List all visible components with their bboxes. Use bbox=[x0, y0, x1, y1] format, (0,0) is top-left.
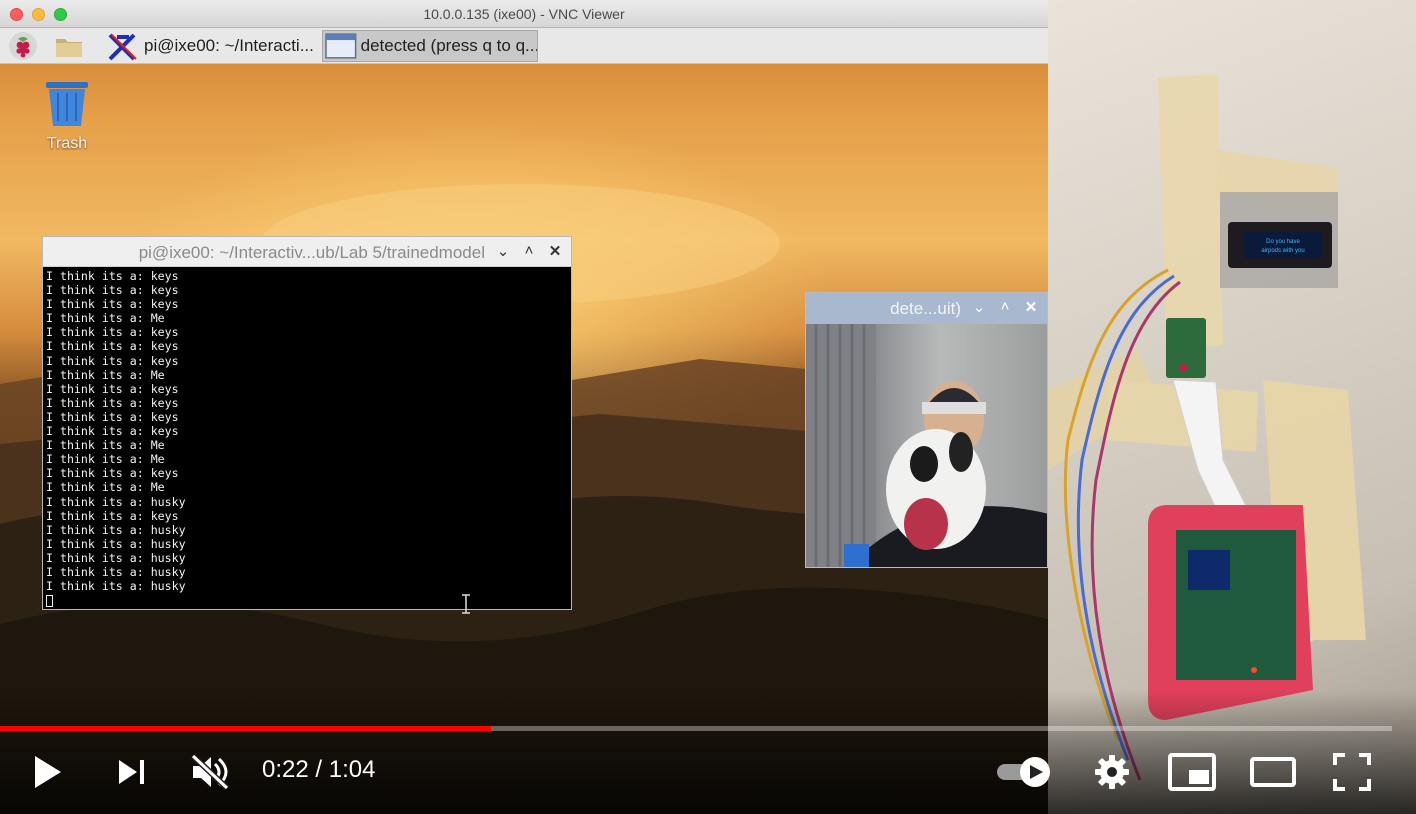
mute-button[interactable] bbox=[184, 748, 236, 796]
chevron-up-icon[interactable]: ˄ bbox=[519, 242, 539, 259]
camera-window-titlebar[interactable]: dete...uit) ⌄ ˄ ✕ bbox=[806, 293, 1047, 324]
terminal-cursor bbox=[46, 594, 53, 607]
camera-feed-image bbox=[806, 324, 1047, 567]
terminal-line: I think its a: husky bbox=[46, 522, 186, 537]
autoplay-toggle[interactable] bbox=[994, 748, 1054, 796]
terminal-line: I think its a: husky bbox=[46, 579, 186, 594]
terminal-line: I think its a: keys bbox=[46, 409, 179, 424]
miniplayer-button[interactable] bbox=[1166, 748, 1218, 796]
gear-icon bbox=[1095, 755, 1129, 789]
miniplayer-icon bbox=[1168, 753, 1216, 791]
terminal-line: I think its a: Me bbox=[46, 438, 165, 453]
chevron-down-icon[interactable]: ⌄ bbox=[969, 298, 989, 316]
taskbar-item-detected[interactable]: detected (press q to q... bbox=[322, 30, 538, 62]
terminal-titlebar[interactable]: pi@ixe00: ~/Interactiv...ub/Lab 5/traine… bbox=[43, 237, 571, 267]
chevron-up-icon[interactable]: ˄ bbox=[995, 298, 1015, 315]
play-button[interactable] bbox=[22, 748, 70, 796]
terminal-line: I think its a: Me bbox=[46, 311, 165, 326]
taskbar-item-terminal[interactable]: pi@ixe00: ~/Interacti... bbox=[104, 30, 318, 62]
terminal-prompt-line bbox=[46, 593, 568, 607]
terminal-line: I think its a: keys bbox=[46, 339, 179, 354]
theater-mode-button[interactable] bbox=[1246, 748, 1300, 796]
terminal-output[interactable]: I think its a: keys I think its a: keys I … bbox=[43, 267, 571, 609]
terminal-line: I think its a: Me bbox=[46, 367, 165, 382]
file-manager-icon[interactable] bbox=[54, 31, 84, 61]
terminal-line: I think its a: Me bbox=[46, 480, 165, 495]
terminal-line: I think its a: keys bbox=[46, 381, 179, 396]
terminal-line: I think its a: keys bbox=[46, 269, 179, 283]
theater-mode-icon bbox=[1250, 757, 1296, 787]
current-time: 0:22 bbox=[262, 756, 309, 783]
volume-muted-icon bbox=[190, 753, 230, 791]
terminal-line: I think its a: keys bbox=[46, 508, 179, 523]
terminal-line: I think its a: husky bbox=[46, 536, 186, 551]
detection-camera-window[interactable]: dete...uit) ⌄ ˄ ✕ bbox=[805, 292, 1048, 568]
oled-line-1: Do you have bbox=[1266, 239, 1300, 245]
fullscreen-icon bbox=[1333, 753, 1371, 791]
chevron-down-icon[interactable]: ⌄ bbox=[493, 242, 513, 260]
pi-taskbar: pi@ixe00: ~/Interacti... detected (press… bbox=[0, 28, 1048, 64]
terminal-line: I think its a: husky bbox=[46, 550, 186, 565]
vnc-window-title: 10.0.0.135 (ixe00) - VNC Viewer bbox=[423, 6, 625, 22]
autoplay-toggle-icon bbox=[997, 757, 1050, 787]
desktop-trash[interactable]: Trash bbox=[36, 80, 98, 153]
progress-bar[interactable] bbox=[0, 726, 1392, 731]
camera-feed bbox=[806, 324, 1047, 567]
trash-icon bbox=[46, 82, 88, 126]
skip-next-icon bbox=[119, 760, 144, 784]
fullscreen-button[interactable] bbox=[1328, 748, 1376, 796]
next-button[interactable] bbox=[108, 748, 156, 796]
terminal-line: I think its a: keys bbox=[46, 297, 179, 312]
duration: 1:04 bbox=[328, 756, 376, 783]
vnc-titlebar: 10.0.0.135 (ixe00) - VNC Viewer bbox=[0, 0, 1048, 28]
terminal-title: pi@ixe00: ~/Interactiv...ub/Lab 5/traine… bbox=[138, 243, 485, 262]
terminal-line: I think its a: Me bbox=[46, 452, 165, 467]
terminal-line: I think its a: keys bbox=[46, 466, 179, 481]
terminal-line: I think its a: keys bbox=[46, 283, 179, 298]
trash-label: Trash bbox=[46, 135, 88, 152]
taskbar-item-detected-label: detected (press q to q... bbox=[360, 36, 537, 55]
raspberry-menu-icon[interactable] bbox=[8, 31, 38, 61]
time-display: 0:22 / 1:04 bbox=[262, 756, 375, 784]
close-icon[interactable]: ✕ bbox=[545, 242, 565, 260]
settings-button[interactable] bbox=[1088, 748, 1136, 796]
terminal-x-icon bbox=[108, 33, 137, 61]
oled-line-2: airpods with you bbox=[1261, 248, 1304, 254]
terminal-line: I think its a: keys bbox=[46, 424, 179, 439]
terminal-line: I think its a: husky bbox=[46, 564, 186, 579]
terminal-line: I think its a: keys bbox=[46, 353, 179, 368]
taskbar-item-terminal-label: pi@ixe00: ~/Interacti... bbox=[144, 36, 314, 55]
terminal-line: I think its a: husky bbox=[46, 494, 186, 509]
close-icon[interactable]: ✕ bbox=[1021, 298, 1041, 316]
window-app-icon bbox=[325, 33, 357, 59]
terminal-line: I think its a: keys bbox=[46, 325, 179, 340]
text-cursor-icon bbox=[462, 594, 470, 614]
play-icon bbox=[35, 756, 61, 788]
camera-window-title: dete...uit) bbox=[890, 299, 961, 318]
time-separator: / bbox=[308, 756, 329, 783]
terminal-line: I think its a: keys bbox=[46, 395, 179, 410]
progress-played bbox=[0, 726, 492, 731]
terminal-window[interactable]: pi@ixe00: ~/Interactiv...ub/Lab 5/traine… bbox=[42, 236, 572, 610]
